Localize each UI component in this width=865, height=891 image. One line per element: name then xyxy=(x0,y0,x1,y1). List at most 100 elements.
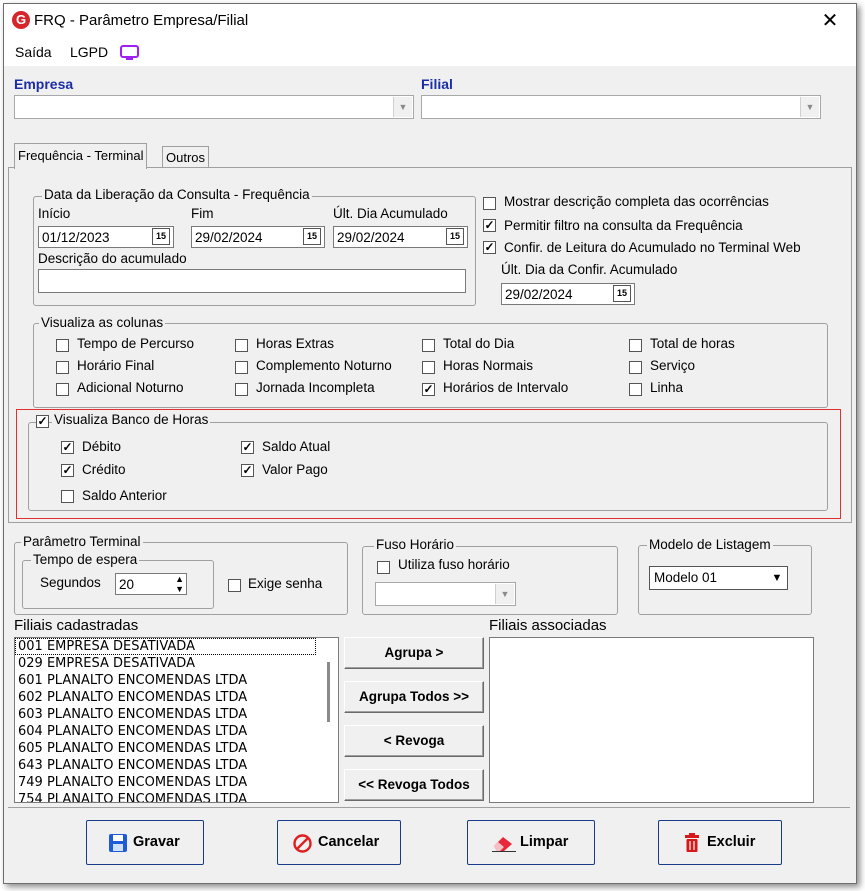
banco-label-saldo-atual: Saldo Atual xyxy=(262,439,331,454)
coluna-checkbox[interactable] xyxy=(235,383,248,396)
calendar-icon[interactable]: 15 xyxy=(446,228,464,245)
modelo-value: Modelo 01 xyxy=(654,570,718,585)
coluna-checkbox[interactable] xyxy=(56,361,69,374)
terminal-legend: Parâmetro Terminal xyxy=(21,534,143,549)
menu-saida[interactable]: Saída xyxy=(15,44,52,60)
gravar-button[interactable]: Gravar xyxy=(86,820,204,865)
fim-value: 29/02/2024 xyxy=(195,230,263,245)
eraser-icon xyxy=(492,837,516,852)
agrupa-todos-label: Agrupa Todos >> xyxy=(358,689,469,704)
coluna-checkbox[interactable] xyxy=(235,361,248,374)
inicio-label: Início xyxy=(38,206,71,221)
empresa-select[interactable]: ▼ xyxy=(14,95,414,119)
list-item[interactable]: 029 EMPRESA DESATIVADA xyxy=(15,655,338,672)
list-item[interactable]: 603 PLANALTO ENCOMENDAS LTDA xyxy=(15,706,338,723)
list-item[interactable]: 754 PLANALTO ENCOMENDAS LTDA xyxy=(15,791,338,802)
banco-label-valor-pago: Valor Pago xyxy=(262,462,328,477)
list-item[interactable]: 749 PLANALTO ENCOMENDAS LTDA xyxy=(15,774,338,791)
banco-label-credito: Crédito xyxy=(82,462,126,477)
coluna-checkbox[interactable] xyxy=(629,383,642,396)
cancelar-label: Cancelar xyxy=(318,834,380,850)
banco-checkbox[interactable]: ✓ xyxy=(61,441,74,454)
coluna-checkbox[interactable] xyxy=(56,383,69,396)
tab-frequencia-terminal[interactable]: Frequência - Terminal xyxy=(14,143,148,169)
confir-value: 29/02/2024 xyxy=(505,287,573,302)
fuso-select[interactable]: ▼ xyxy=(375,582,516,606)
close-button[interactable]: ✕ xyxy=(817,8,843,34)
option-checkbox-0[interactable] xyxy=(483,197,496,210)
colunas-legend: Visualiza as colunas xyxy=(39,315,166,330)
coluna-checkbox[interactable] xyxy=(629,361,642,374)
list-item[interactable]: 604 PLANALTO ENCOMENDAS LTDA xyxy=(15,723,338,740)
tab-label: Outros xyxy=(166,150,206,165)
list-scrollbar[interactable] xyxy=(327,662,330,722)
cadastradas-list[interactable]: 001 EMPRESA DESATIVADA 029 EMPRESA DESAT… xyxy=(14,637,339,803)
coluna-checkbox[interactable] xyxy=(422,339,435,352)
limpar-button[interactable]: Limpar xyxy=(467,820,595,865)
revoga-button[interactable]: < Revoga xyxy=(344,725,484,757)
monitor-icon[interactable] xyxy=(119,44,141,61)
ult-dia-label: Últ. Dia Acumulado xyxy=(333,206,448,221)
filial-select[interactable]: ▼ xyxy=(421,95,821,119)
calendar-icon[interactable]: 15 xyxy=(152,228,170,245)
coluna-checkbox[interactable] xyxy=(56,339,69,352)
coluna-checkbox[interactable]: ✓ xyxy=(422,383,435,396)
banco-checkbox[interactable]: ✓ xyxy=(61,464,74,477)
banco-label-saldo-anterior: Saldo Anterior xyxy=(82,488,167,503)
chevron-down-icon[interactable]: ▼ xyxy=(393,97,412,117)
banco-checkbox[interactable]: ✓ xyxy=(241,441,254,454)
coluna-checkbox[interactable] xyxy=(235,339,248,352)
banco-checkbox[interactable]: ✓ xyxy=(241,464,254,477)
revoga-todos-button[interactable]: << Revoga Todos xyxy=(344,769,484,801)
empresa-label: Empresa xyxy=(14,76,74,92)
coluna-checkbox[interactable] xyxy=(629,339,642,352)
chevron-down-icon[interactable]: ▼ xyxy=(768,568,786,588)
descricao-label: Descrição do acumulado xyxy=(38,251,187,266)
inicio-value: 01/12/2023 xyxy=(42,230,110,245)
coluna-label: Horas Normais xyxy=(443,358,534,373)
list-item[interactable]: 601 PLANALTO ENCOMENDAS LTDA xyxy=(15,672,338,689)
associadas-list[interactable] xyxy=(489,637,814,803)
list-item[interactable]: 605 PLANALTO ENCOMENDAS LTDA xyxy=(15,740,338,757)
utiliza-fuso-checkbox[interactable] xyxy=(377,561,390,574)
spin-arrows-icon[interactable]: ▲ ▼ xyxy=(175,574,184,594)
segundos-label: Segundos xyxy=(40,575,101,590)
excluir-button[interactable]: Excluir xyxy=(658,820,782,865)
coluna-label: Serviço xyxy=(650,358,696,373)
descricao-field[interactable] xyxy=(38,269,466,293)
coluna-label: Tempo de Percurso xyxy=(77,336,195,351)
banco-horas-checkbox[interactable]: ✓ xyxy=(36,415,49,428)
tab-label: Frequência - Terminal xyxy=(18,148,144,163)
menu-lgpd[interactable]: LGPD xyxy=(70,44,108,60)
option-checkbox-1[interactable]: ✓ xyxy=(483,219,496,232)
associadas-label: Filiais associadas xyxy=(489,617,607,634)
ult-dia-value: 29/02/2024 xyxy=(337,230,405,245)
agrupa-button[interactable]: Agrupa > xyxy=(344,637,484,669)
modelo-select[interactable]: Modelo 01 ▼ xyxy=(649,566,788,590)
cancelar-button[interactable]: Cancelar xyxy=(277,820,401,865)
banco-checkbox[interactable] xyxy=(61,490,74,503)
chevron-down-icon[interactable]: ▼ xyxy=(800,97,819,117)
coluna-checkbox[interactable] xyxy=(422,361,435,374)
segundos-stepper[interactable]: 20 ▲ ▼ xyxy=(115,573,187,595)
fim-label: Fim xyxy=(191,206,214,221)
list-item[interactable]: 001 EMPRESA DESATIVADA xyxy=(15,638,316,655)
calendar-icon[interactable]: 15 xyxy=(613,285,631,302)
exige-senha-checkbox[interactable] xyxy=(228,579,241,592)
agrupa-todos-button[interactable]: Agrupa Todos >> xyxy=(344,681,484,713)
save-icon xyxy=(109,834,127,852)
coluna-label: Total do Dia xyxy=(443,336,515,351)
tab-outros[interactable]: Outros xyxy=(162,146,210,168)
chevron-down-icon[interactable]: ▼ xyxy=(495,584,514,604)
coluna-label: Jornada Incompleta xyxy=(256,380,375,395)
revoga-label: < Revoga xyxy=(383,733,445,748)
option-checkbox-2[interactable]: ✓ xyxy=(483,241,496,254)
app-logo-icon: G xyxy=(12,11,30,29)
dialog-window: G FRQ - Parâmetro Empresa/Filial ✕ Saída… xyxy=(3,3,857,884)
trash-icon xyxy=(685,833,699,852)
list-item[interactable]: 602 PLANALTO ENCOMENDAS LTDA xyxy=(15,689,338,706)
filial-label: Filial xyxy=(421,76,453,92)
banco-label-debito: Débito xyxy=(82,439,122,454)
list-item[interactable]: 643 PLANALTO ENCOMENDAS LTDA xyxy=(15,757,338,774)
calendar-icon[interactable]: 15 xyxy=(303,228,321,245)
